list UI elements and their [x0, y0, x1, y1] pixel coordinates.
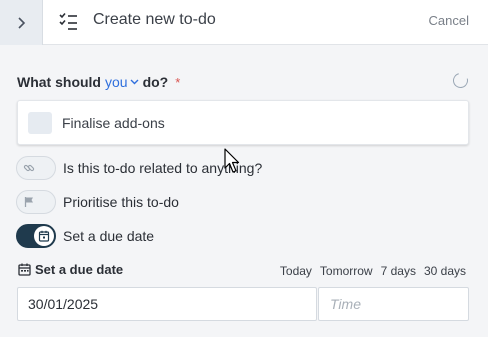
due-date-toggle-label: Set a due date	[63, 228, 155, 244]
related-toggle[interactable]	[16, 156, 56, 180]
chevron-down-icon	[130, 79, 139, 85]
due-date-input[interactable]	[17, 287, 317, 321]
page-title: Create new to-do	[93, 11, 216, 28]
assignee-value: you	[105, 74, 128, 90]
due-date-title-text: Set a due date	[35, 262, 124, 277]
question-prefix: What should	[17, 74, 101, 90]
assignee-select[interactable]: you	[105, 74, 139, 90]
related-toggle-row[interactable]: Is this to-do related to anything?	[16, 155, 262, 181]
cancel-button[interactable]: Cancel	[429, 13, 469, 28]
required-marker: *	[175, 74, 181, 90]
flag-icon	[20, 193, 38, 211]
calendar-icon	[34, 226, 54, 246]
prioritise-toggle[interactable]	[16, 190, 56, 214]
expand-panel-button[interactable]	[0, 0, 43, 45]
link-icon	[20, 159, 38, 177]
prioritise-toggle-row[interactable]: Prioritise this to-do	[16, 189, 179, 215]
chevron-right-icon	[18, 16, 26, 29]
header-bar: Create new to-do Cancel	[0, 0, 488, 45]
quick-date-today[interactable]: Today	[280, 264, 312, 278]
due-time-input[interactable]	[318, 287, 469, 321]
quick-date-7-days[interactable]: 7 days	[381, 264, 416, 278]
due-date-toggle-row[interactable]: Set a due date	[16, 223, 154, 249]
prioritise-toggle-label: Prioritise this to-do	[63, 194, 179, 210]
quick-date-options: Today Tomorrow 7 days 30 days	[280, 264, 466, 278]
question-suffix: do?	[142, 74, 169, 90]
loading-spinner-icon	[450, 70, 471, 91]
todo-question-label: What should you do? *	[17, 74, 180, 90]
related-toggle-label: Is this to-do related to anything?	[63, 160, 263, 176]
due-date-section-title: Set a due date	[18, 262, 123, 277]
calendar-icon	[18, 263, 31, 276]
todo-checkbox[interactable]	[28, 112, 52, 134]
quick-date-30-days[interactable]: 30 days	[424, 264, 466, 278]
todo-text[interactable]: Finalise add-ons	[62, 115, 165, 131]
quick-date-tomorrow[interactable]: Tomorrow	[320, 264, 373, 278]
checklist-icon	[59, 12, 77, 30]
due-date-toggle[interactable]	[16, 224, 56, 248]
todo-input-box[interactable]: Finalise add-ons	[17, 100, 469, 145]
